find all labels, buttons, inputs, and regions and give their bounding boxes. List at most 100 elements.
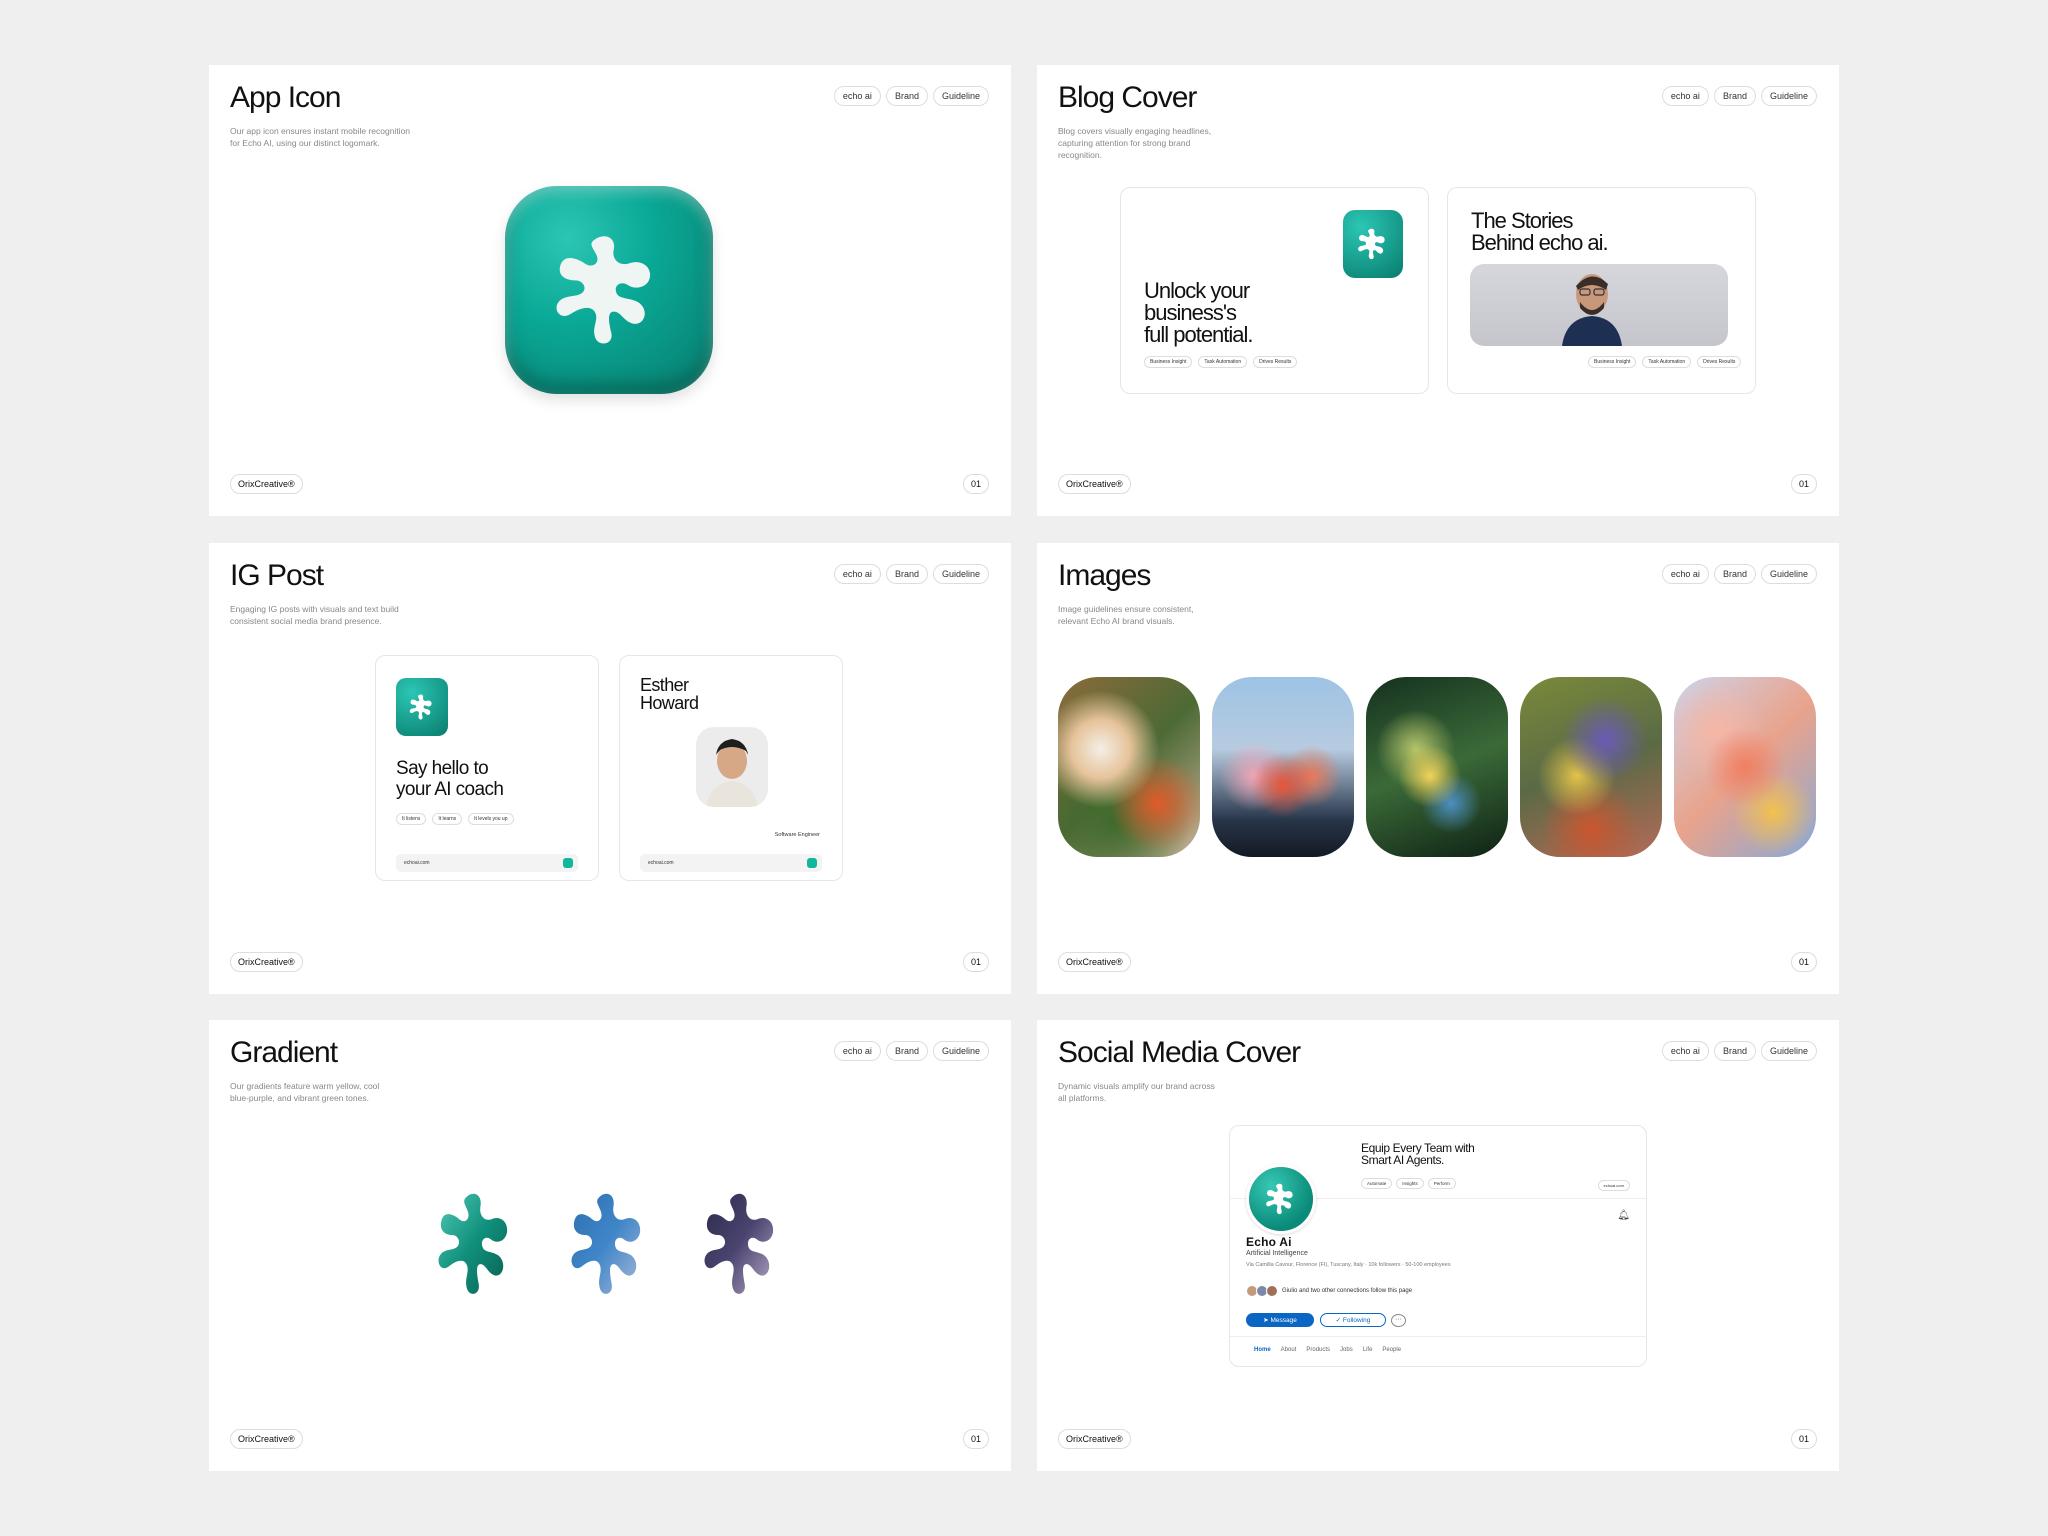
tag-guideline[interactable]: Guideline [1760,1041,1817,1061]
page-number-pill: 01 [1790,474,1817,494]
tag-guideline[interactable]: Guideline [1760,86,1817,106]
ig-headline: Say hello to your AI coach [396,758,504,800]
tag-group: echo ai Brand Guideline [833,564,989,584]
page-number-pill: 01 [1790,1429,1817,1449]
brand-pill: OrixCreative® [1058,952,1131,972]
tag-brand[interactable]: Brand [885,1041,928,1061]
url-text: echoai.com [404,860,430,866]
tag-brand[interactable]: Brand [1713,564,1756,584]
arrow-button[interactable] [807,858,817,868]
nav-tab-home[interactable]: Home [1254,1347,1271,1353]
nav-tab-life[interactable]: Life [1363,1347,1373,1353]
company-logo[interactable] [1246,1164,1316,1234]
nav-tab-products[interactable]: Products [1306,1347,1330,1353]
panel-description: Our gradients feature warm yellow, cool … [230,1081,380,1103]
page-number-pill: 01 [962,1429,989,1449]
message-button[interactable]: ➤ Message [1246,1313,1314,1327]
tag-echo-ai[interactable]: echo ai [833,1041,881,1061]
echo-logo-icon [549,226,669,354]
following-button[interactable]: ✓ Following [1320,1313,1386,1327]
banner-url: echoai.com [1597,1180,1630,1191]
echo-logo-icon [1356,225,1390,263]
chip: Task Automation [1198,356,1248,368]
blog-headline: Unlock your business's full potential. [1144,278,1254,347]
tag-group: echo ai Brand Guideline [1661,564,1817,584]
company-name: Echo Ai [1246,1235,1292,1249]
tag-brand[interactable]: Brand [885,86,928,106]
flower-image [1058,677,1200,857]
page-number-pill: 01 [1790,952,1817,972]
chip-group: Business Insight Task Automation Drives … [1588,356,1742,368]
chip-group: It listens It learns It levels you up [396,813,514,825]
chip: Automate [1361,1178,1393,1189]
tag-echo-ai[interactable]: echo ai [833,86,881,106]
panel-description: Blog covers visually engaging headlines,… [1058,126,1212,160]
tag-group: echo ai Brand Guideline [833,86,989,106]
panel-gradient: Gradient Our gradients feature warm yell… [209,1020,1011,1471]
bell-icon[interactable]: 🔔︎ [1617,1210,1630,1221]
brand-pill: OrixCreative® [1058,474,1131,494]
profile-photo [696,727,768,807]
url-text: echoai.com [648,860,674,866]
linkedin-company-card: Equip Every Team with Smart AI Agents. A… [1229,1125,1647,1367]
tag-group: echo ai Brand Guideline [833,1041,989,1061]
nav-tab-jobs[interactable]: Jobs [1340,1347,1353,1353]
tag-guideline[interactable]: Guideline [1760,564,1817,584]
tag-guideline[interactable]: Guideline [932,564,989,584]
tag-echo-ai[interactable]: echo ai [1661,86,1709,106]
company-industry: Artificial Intelligence [1246,1250,1308,1257]
chip-group: Business Insight Task Automation Drives … [1144,356,1298,368]
chip: Business Insight [1588,356,1637,368]
arrow-button[interactable] [563,858,573,868]
more-options-icon[interactable]: ··· [1391,1314,1406,1327]
ig-card-profile: Esther Howard Software Engineer echoai.c… [619,655,843,881]
banner-chips: Automate Insights Perform [1361,1178,1456,1189]
blog-card-stories: The Stories Behind echo ai. Business Ins… [1447,187,1756,394]
panel-social-media-cover: Social Media Cover Dynamic visuals ampli… [1037,1020,1839,1471]
company-meta: Via Camilla Cavour, Florence (FI), Tusca… [1246,1262,1451,1268]
brand-pill: OrixCreative® [1058,1429,1131,1449]
tag-brand[interactable]: Brand [1713,1041,1756,1061]
flower-image [1674,677,1816,857]
tag-group: echo ai Brand Guideline [1661,86,1817,106]
flower-image [1212,677,1354,857]
ig-name: Esther Howard [640,675,699,713]
tag-brand[interactable]: Brand [1713,86,1756,106]
flower-image [1520,677,1662,857]
flower-image [1366,677,1508,857]
panel-title: App Icon [230,81,341,114]
panel-description: Image guidelines ensure consistent, rele… [1058,604,1194,626]
chip: Task Automation [1642,356,1692,368]
panel-title: Social Media Cover [1058,1036,1301,1069]
echo-logo-icon [1264,1180,1298,1218]
green-gradient-logo-icon [433,1188,521,1300]
purple-gradient-logo-icon [699,1188,787,1300]
echo-logo-icon [408,691,436,723]
url-bar[interactable]: echoai.com [640,854,822,872]
tag-brand[interactable]: Brand [885,564,928,584]
company-nav: Home About Products Jobs Life People [1230,1336,1646,1353]
brand-pill: OrixCreative® [230,1429,303,1449]
url-bar[interactable]: echoai.com [396,854,578,872]
tag-echo-ai[interactable]: echo ai [1661,1041,1709,1061]
nav-tab-people[interactable]: People [1382,1347,1401,1353]
portrait-photo [1470,264,1728,346]
tag-guideline[interactable]: Guideline [932,86,989,106]
panel-app-icon: App Icon Our app icon ensures instant mo… [209,65,1011,516]
blue-gradient-logo-icon [566,1188,654,1300]
chip: It learns [432,813,463,825]
blog-headline: The Stories Behind echo ai. [1471,208,1609,255]
tag-echo-ai[interactable]: echo ai [833,564,881,584]
panel-title: Blog Cover [1058,81,1197,114]
nav-tab-about[interactable]: About [1281,1347,1297,1353]
mini-app-icon [396,678,448,736]
panel-title: IG Post [230,559,324,592]
panel-ig-post: IG Post Engaging IG posts with visuals a… [209,543,1011,994]
panel-description: Dynamic visuals amplify our brand across… [1058,1081,1215,1103]
panel-images: Images Image guidelines ensure consisten… [1037,543,1839,994]
tag-echo-ai[interactable]: echo ai [1661,564,1709,584]
role-label: Software Engineer [774,832,820,838]
chip: It levels you up [468,813,514,825]
page-number-pill: 01 [962,474,989,494]
tag-guideline[interactable]: Guideline [932,1041,989,1061]
